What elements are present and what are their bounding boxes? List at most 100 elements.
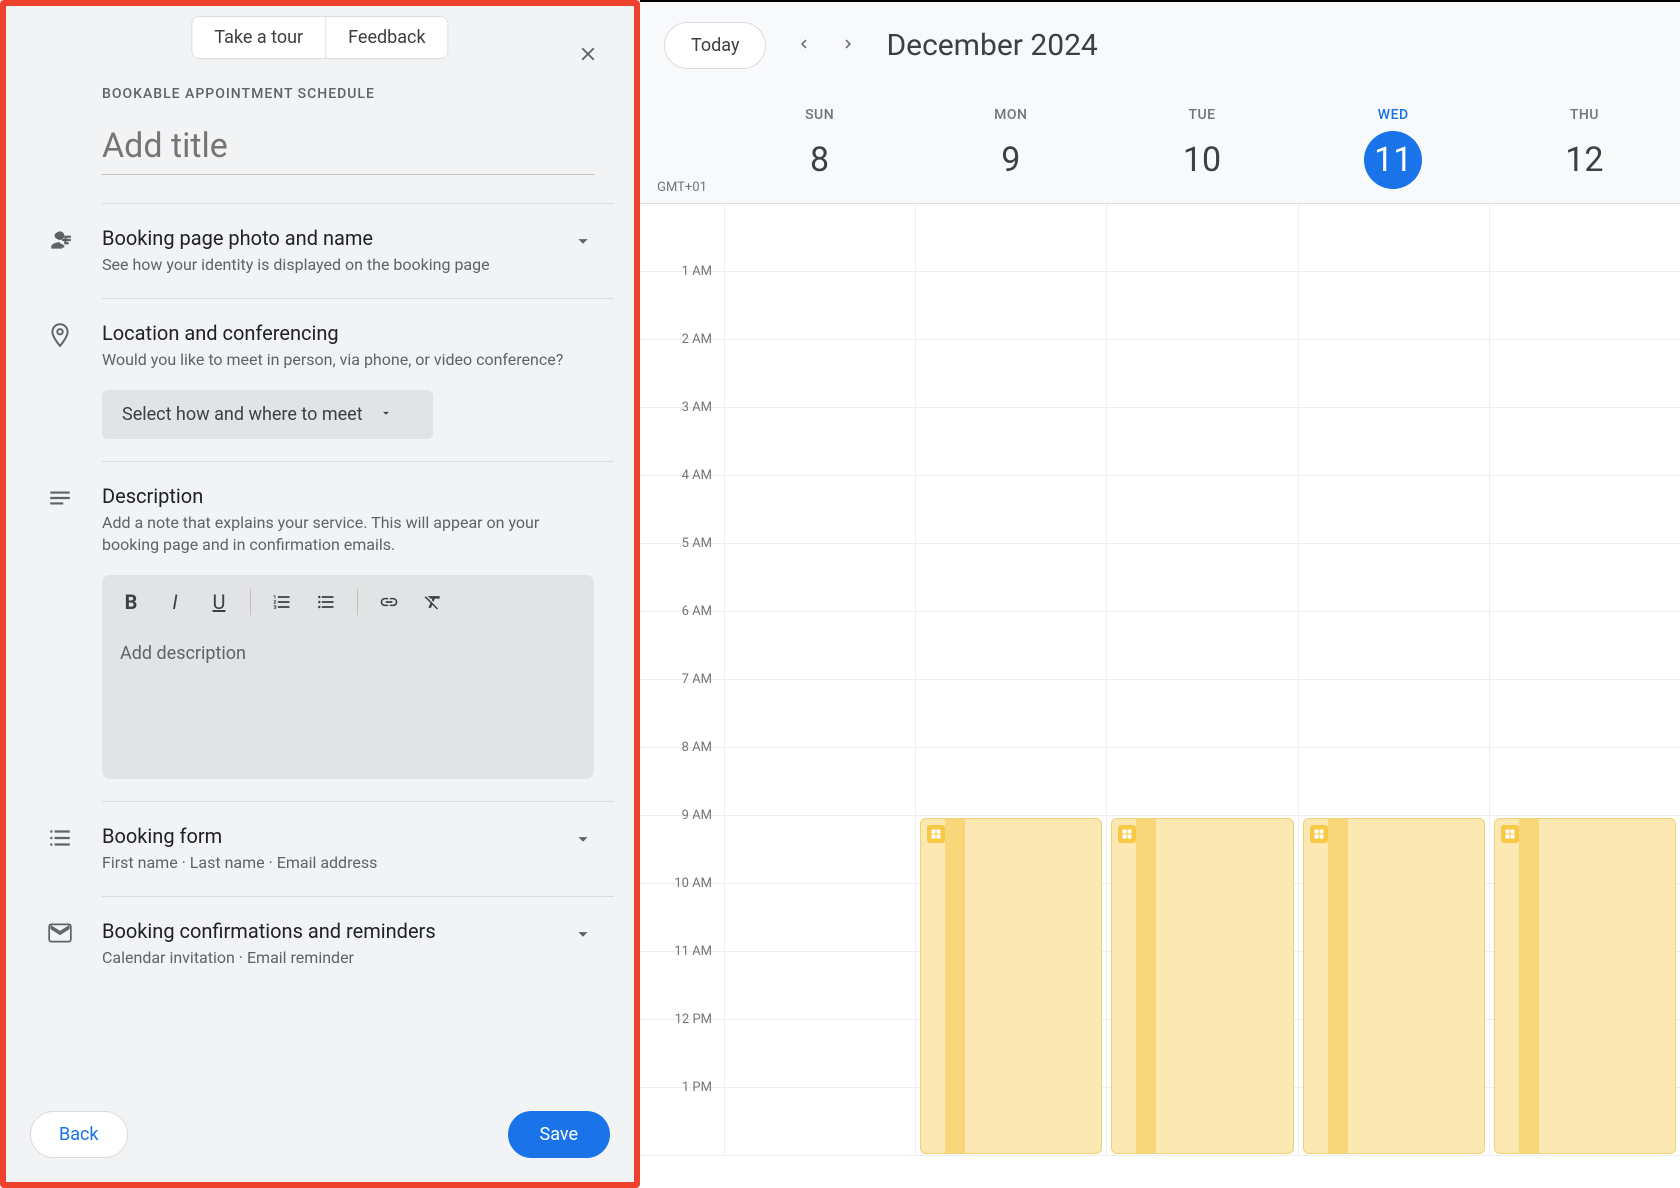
day-cell[interactable] (1106, 476, 1297, 543)
day-cell[interactable] (1489, 204, 1680, 271)
day-cell[interactable] (1298, 612, 1489, 679)
day-cell[interactable] (724, 884, 915, 951)
prev-week-button[interactable] (784, 26, 824, 66)
close-button[interactable] (570, 38, 606, 74)
day-cell[interactable] (1106, 816, 1297, 883)
day-cell[interactable] (915, 680, 1106, 747)
day-cell[interactable] (1489, 340, 1680, 407)
day-cell[interactable] (1298, 204, 1489, 271)
day-cell[interactable] (915, 476, 1106, 543)
day-header-thu[interactable]: THU12 (1489, 89, 1680, 203)
day-cell[interactable] (1298, 680, 1489, 747)
title-input[interactable] (102, 118, 594, 175)
day-cell[interactable] (915, 748, 1106, 815)
time-row: 8 AM (640, 748, 1680, 816)
today-button[interactable]: Today (664, 22, 766, 69)
section-confirmations[interactable]: Booking confirmations and reminders Cale… (102, 896, 614, 991)
day-cell[interactable] (1489, 272, 1680, 339)
day-cell[interactable] (1489, 816, 1680, 883)
day-cell[interactable] (724, 952, 915, 1019)
day-cell[interactable] (1298, 272, 1489, 339)
day-cell[interactable] (724, 272, 915, 339)
day-cell[interactable] (724, 680, 915, 747)
bullet-list-button[interactable] (305, 585, 347, 619)
save-button[interactable]: Save (508, 1111, 611, 1158)
day-cell[interactable] (724, 408, 915, 475)
take-tour-button[interactable]: Take a tour (192, 17, 326, 58)
day-cell[interactable] (915, 884, 1106, 951)
day-cell[interactable] (915, 1088, 1106, 1155)
day-cell[interactable] (1298, 952, 1489, 1019)
day-cell[interactable] (1106, 884, 1297, 951)
day-cell[interactable] (1298, 884, 1489, 951)
day-cell[interactable] (915, 340, 1106, 407)
back-button[interactable]: Back (30, 1111, 128, 1158)
day-cell[interactable] (1489, 952, 1680, 1019)
day-cell[interactable] (724, 1020, 915, 1087)
day-cell[interactable] (724, 816, 915, 883)
description-textarea[interactable]: Add description (102, 629, 594, 779)
day-cell[interactable] (915, 272, 1106, 339)
link-button[interactable] (368, 585, 410, 619)
section-booking-photo[interactable]: Booking page photo and name See how your… (102, 203, 614, 298)
day-cell[interactable] (915, 816, 1106, 883)
day-cell[interactable] (1106, 272, 1297, 339)
day-cell[interactable] (1106, 952, 1297, 1019)
day-cell[interactable] (724, 340, 915, 407)
day-cell[interactable] (1489, 1020, 1680, 1087)
day-cell[interactable] (1489, 544, 1680, 611)
day-cell[interactable] (1489, 748, 1680, 815)
feedback-button[interactable]: Feedback (326, 17, 447, 58)
day-cell[interactable] (1489, 612, 1680, 679)
italic-button[interactable]: I (154, 585, 196, 619)
day-cell[interactable] (1298, 1020, 1489, 1087)
day-header-tue[interactable]: TUE10 (1106, 89, 1297, 203)
clear-format-button[interactable] (412, 585, 454, 619)
day-cell[interactable] (1106, 408, 1297, 475)
ordered-list-button[interactable] (261, 585, 303, 619)
day-cell[interactable] (1106, 612, 1297, 679)
day-cell[interactable] (1489, 884, 1680, 951)
day-cell[interactable] (1106, 680, 1297, 747)
day-cell[interactable] (1298, 408, 1489, 475)
day-cell[interactable] (724, 1088, 915, 1155)
day-cell[interactable] (724, 476, 915, 543)
day-header-wed[interactable]: WED11 (1298, 89, 1489, 203)
day-cell[interactable] (1106, 204, 1297, 271)
day-cell[interactable] (724, 748, 915, 815)
day-cell[interactable] (1489, 680, 1680, 747)
time-label: 8 AM (640, 740, 724, 807)
day-cell[interactable] (1106, 544, 1297, 611)
day-cell[interactable] (1489, 1088, 1680, 1155)
day-cell[interactable] (1298, 476, 1489, 543)
section-booking-form[interactable]: Booking form First name · Last name · Em… (102, 801, 614, 896)
next-week-button[interactable] (828, 26, 868, 66)
day-cell[interactable] (724, 204, 915, 271)
day-cell[interactable] (1298, 544, 1489, 611)
meet-location-select[interactable]: Select how and where to meet (102, 390, 433, 439)
bold-button[interactable]: B (110, 585, 152, 619)
day-cell[interactable] (1489, 408, 1680, 475)
day-cell[interactable] (724, 612, 915, 679)
day-cell[interactable] (915, 544, 1106, 611)
day-cell[interactable] (1489, 476, 1680, 543)
panel-footer: Back Save (6, 1091, 634, 1182)
day-cell[interactable] (1298, 340, 1489, 407)
day-cell[interactable] (1106, 1020, 1297, 1087)
day-cell[interactable] (1298, 748, 1489, 815)
day-cell[interactable] (915, 204, 1106, 271)
day-cell[interactable] (915, 952, 1106, 1019)
time-grid[interactable]: 1 AM2 AM3 AM4 AM5 AM6 AM7 AM8 AM9 AM10 A… (640, 204, 1680, 1188)
day-cell[interactable] (1106, 748, 1297, 815)
day-cell[interactable] (724, 544, 915, 611)
day-header-mon[interactable]: MON9 (915, 89, 1106, 203)
day-cell[interactable] (915, 408, 1106, 475)
day-header-sun[interactable]: SUN8 (724, 89, 915, 203)
day-cell[interactable] (1106, 1088, 1297, 1155)
day-cell[interactable] (1298, 1088, 1489, 1155)
day-cell[interactable] (915, 1020, 1106, 1087)
day-cell[interactable] (1106, 340, 1297, 407)
underline-button[interactable]: U (198, 585, 240, 619)
day-cell[interactable] (915, 612, 1106, 679)
day-cell[interactable] (1298, 816, 1489, 883)
